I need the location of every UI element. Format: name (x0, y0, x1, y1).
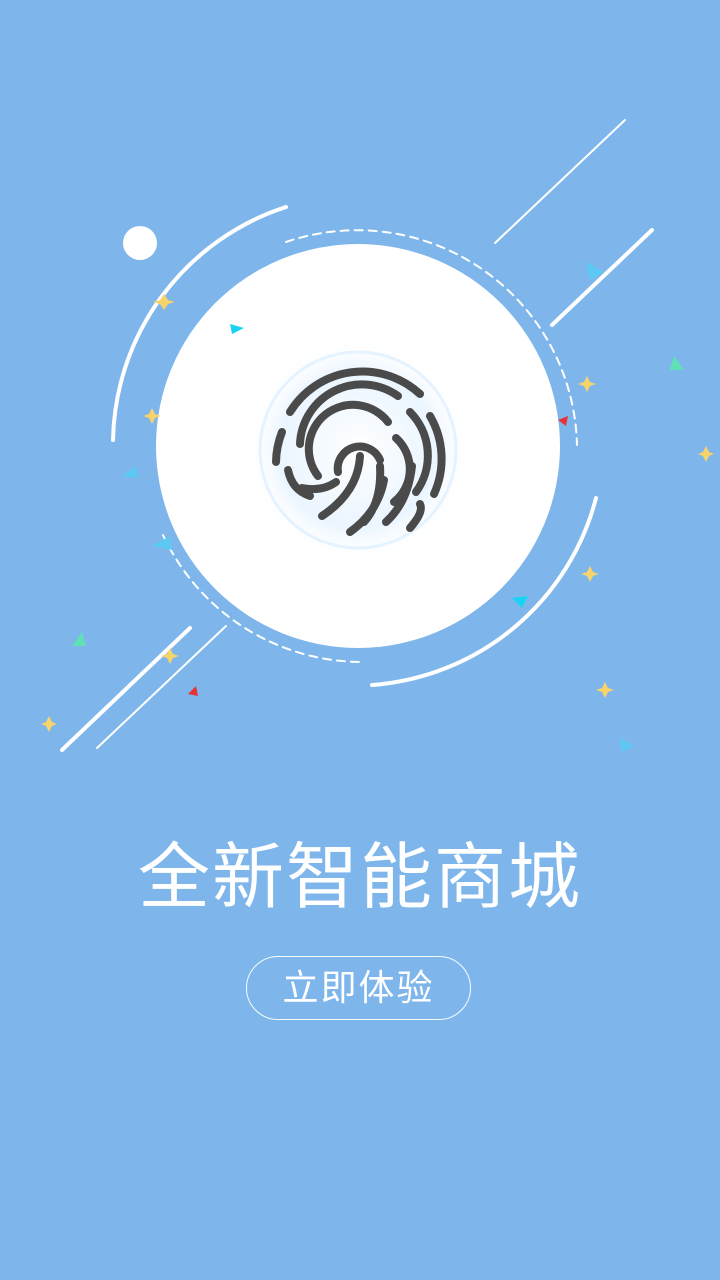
start-experience-button[interactable]: 立即体验 (246, 956, 471, 1020)
splash-screen: 全新智能商城 立即体验 (0, 0, 720, 1280)
page-title: 全新智能商城 (137, 835, 582, 919)
hero-illustration (41, 119, 714, 752)
orbit-dot (123, 226, 157, 260)
